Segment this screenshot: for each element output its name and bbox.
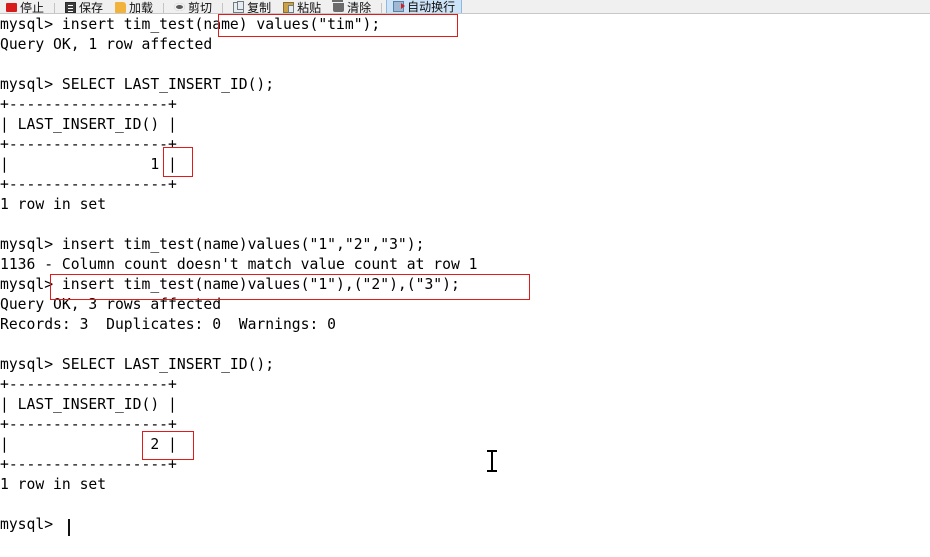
terminal-line: +------------------+ <box>0 176 177 193</box>
toolbar-button-label: 加载 <box>129 0 154 14</box>
terminal-line: Query OK, 3 rows affected <box>0 296 222 313</box>
terminal-line: mysql> SELECT LAST_INSERT_ID(); <box>0 356 275 373</box>
mouse-ibeam-cursor <box>487 450 498 472</box>
terminal-line: +------------------+ <box>0 456 177 473</box>
stop-icon <box>6 2 17 12</box>
shell-text-caret <box>68 519 70 536</box>
terminal-line: mysql> insert tim_test(name) values("tim… <box>0 16 381 33</box>
terminal-line: | 2 | <box>0 436 177 453</box>
load-icon <box>115 1 127 13</box>
toolbar-button-wrap[interactable]: 自动换行 <box>386 0 463 14</box>
terminal-line: +------------------+ <box>0 136 177 153</box>
terminal-line: 1 row in set <box>0 476 107 493</box>
terminal-line: | LAST_INSERT_ID() | <box>0 116 177 133</box>
toolbar-button-paste[interactable]: 粘贴 <box>277 0 327 14</box>
terminal-output-pane[interactable]: mysql> insert tim_test(name) values("tim… <box>0 14 930 557</box>
terminal-line: Records: 3 Duplicates: 0 Warnings: 0 <box>0 316 337 333</box>
clear-icon <box>332 0 345 12</box>
toolbar-button-label: 自动换行 <box>407 0 456 14</box>
terminal-line: mysql> <box>0 516 62 533</box>
terminal-text: mysql> insert tim_test(name) values("tim… <box>0 15 478 535</box>
terminal-line: Query OK, 1 row affected <box>0 36 213 53</box>
toolbar-separator <box>222 3 224 13</box>
terminal-line: +------------------+ <box>0 376 177 393</box>
copy-icon <box>233 0 245 13</box>
toolbar-button-label: 剪切 <box>188 0 213 14</box>
paste-icon <box>283 1 295 13</box>
toolbar-button-label: 保存 <box>79 0 104 14</box>
terminal-line: mysql> insert tim_test(name)values("1","… <box>0 236 425 253</box>
terminal-line: | LAST_INSERT_ID() | <box>0 396 177 413</box>
toolbar: 停止 保存 加载 剪切 复制 粘贴 清除 自动换行 <box>0 0 930 14</box>
wrap-icon <box>393 0 406 12</box>
toolbar-button-label: 粘贴 <box>297 0 322 14</box>
terminal-line: +------------------+ <box>0 416 177 433</box>
terminal-line: mysql> SELECT LAST_INSERT_ID(); <box>0 76 275 93</box>
toolbar-button-cut[interactable]: 剪切 <box>168 0 218 14</box>
terminal-line: | 1 | <box>0 156 177 173</box>
toolbar-button-save[interactable]: 保存 <box>59 0 109 14</box>
terminal-line: mysql> insert tim_test(name)values("1"),… <box>0 276 460 293</box>
save-icon <box>65 1 77 13</box>
terminal-line: 1 row in set <box>0 196 107 213</box>
toolbar-separator <box>163 3 165 13</box>
toolbar-button-label: 停止 <box>20 0 45 14</box>
toolbar-button-copy[interactable]: 复制 <box>227 0 277 14</box>
toolbar-button-clear[interactable]: 清除 <box>327 0 377 14</box>
cut-icon <box>174 3 186 11</box>
toolbar-button-label: 复制 <box>247 0 272 14</box>
toolbar-separator <box>54 3 56 13</box>
toolbar-button-label: 清除 <box>347 0 372 14</box>
toolbar-button-load[interactable]: 加载 <box>109 0 159 14</box>
toolbar-button-stop[interactable]: 停止 <box>0 0 50 14</box>
toolbar-separator <box>381 3 383 13</box>
terminal-line: +------------------+ <box>0 96 177 113</box>
terminal-line: 1136 - Column count doesn't match value … <box>0 256 478 273</box>
